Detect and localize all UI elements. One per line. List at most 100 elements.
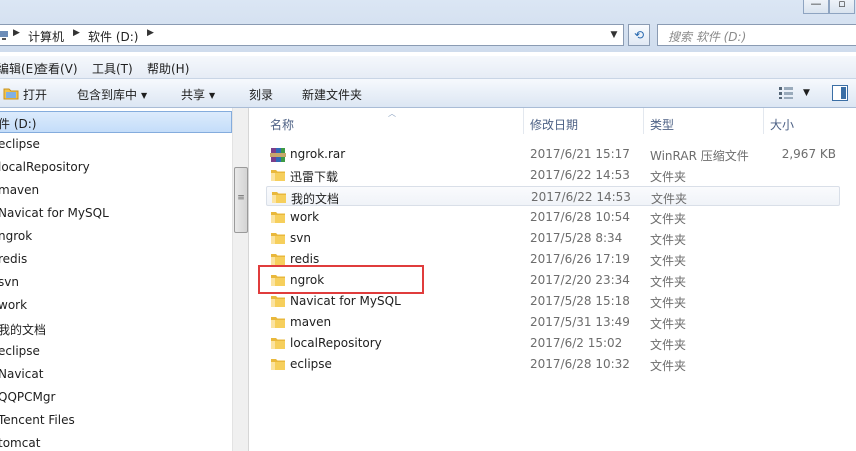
nav-item[interactable]: eclipse xyxy=(0,137,40,151)
folder-icon xyxy=(270,168,286,185)
menu-edit[interactable]: 编辑(E) xyxy=(0,60,38,77)
column-header-label: 大小 xyxy=(770,118,795,132)
new-folder-button[interactable]: 新建文件夹 xyxy=(302,86,362,103)
file-row[interactable]: eclipse 2017/6/28 10:32 文件夹 xyxy=(266,354,840,374)
column-header-size[interactable]: 大小 xyxy=(764,108,856,134)
file-date: 2017/6/22 14:53 xyxy=(530,168,630,182)
file-date: 2017/5/28 8:34 xyxy=(530,231,623,245)
share-button[interactable]: 共享 ▼ xyxy=(181,86,215,103)
column-header-date[interactable]: 修改日期 xyxy=(524,108,644,134)
column-header-type[interactable]: 类型 xyxy=(644,108,764,134)
file-name: localRepository xyxy=(290,336,382,350)
command-bar: 打开 包含到库中 ▼ 共享 ▼ 刻录 新建文件夹 ▼ xyxy=(0,79,856,108)
view-options-icon[interactable] xyxy=(779,87,793,99)
breadcrumb-separator-icon: ▶ xyxy=(147,28,154,38)
folder-icon xyxy=(271,190,287,207)
refresh-button[interactable]: ⟲ xyxy=(628,24,650,46)
grip-icon: ≡ xyxy=(237,193,245,203)
maximize-button[interactable]: ▫ xyxy=(829,0,855,14)
file-name: svn xyxy=(290,231,311,245)
view-dropdown-icon[interactable]: ▼ xyxy=(803,88,810,98)
nav-item[interactable]: ngrok xyxy=(0,229,32,243)
breadcrumb-drive-d[interactable]: 软件 (D:) xyxy=(88,28,138,45)
column-header-label: 修改日期 xyxy=(530,118,579,132)
file-type: 文件夹 xyxy=(650,212,687,226)
file-row[interactable]: svn 2017/5/28 8:34 文件夹 xyxy=(266,228,840,248)
folder-icon xyxy=(270,294,286,311)
file-type: 文件夹 xyxy=(650,233,687,247)
nav-item[interactable]: tomcat xyxy=(0,436,40,450)
minimize-button[interactable]: — xyxy=(803,0,829,14)
nav-item[interactable]: 我的文档 xyxy=(0,321,46,338)
file-date: 2017/6/26 17:19 xyxy=(530,252,630,266)
nav-item[interactable]: Navicat for MySQL xyxy=(0,206,109,220)
nav-item-drive-d-selected[interactable]: 件 (D:) xyxy=(0,111,232,133)
file-row[interactable]: maven 2017/5/31 13:49 文件夹 xyxy=(266,312,840,332)
file-name: ngrok.rar xyxy=(290,147,346,161)
file-date: 2017/6/22 14:53 xyxy=(531,190,631,204)
file-name: 迅雷下载 xyxy=(290,170,339,184)
breadcrumb-computer[interactable]: 计算机 xyxy=(28,28,64,45)
file-row[interactable]: work 2017/6/28 10:54 文件夹 xyxy=(266,207,840,227)
address-dropdown-icon[interactable]: ▼ xyxy=(605,25,623,45)
nav-item[interactable]: eclipse xyxy=(0,344,40,358)
file-type: 文件夹 xyxy=(650,359,687,373)
folder-icon xyxy=(270,231,286,248)
include-library-button[interactable]: 包含到库中 ▼ xyxy=(77,86,147,103)
preview-pane-icon[interactable] xyxy=(832,85,848,101)
file-type: 文件夹 xyxy=(650,254,687,268)
nav-item[interactable]: localRepository xyxy=(0,160,90,174)
highlight-box xyxy=(258,265,424,294)
menu-help[interactable]: 帮助(H) xyxy=(147,60,189,77)
file-type: 文件夹 xyxy=(650,296,687,310)
breadcrumb-separator-icon: ▶ xyxy=(73,28,80,38)
file-date: 2017/6/2 15:02 xyxy=(530,336,623,350)
file-row[interactable]: 迅雷下载 2017/6/22 14:53 文件夹 xyxy=(266,165,840,185)
file-name: work xyxy=(290,210,320,224)
file-name: 我的文档 xyxy=(291,192,340,206)
address-bar[interactable]: ▶ 计算机 ▶ 软件 (D:) ▶ ▼ xyxy=(0,24,624,46)
title-bar: — ▫ ▶ 计算机 ▶ 软件 (D:) ▶ ▼ ⟲ 搜索 软件 (D:) xyxy=(0,0,856,52)
rar-archive-icon xyxy=(270,147,286,166)
nav-item[interactable]: svn xyxy=(0,275,19,289)
nav-scrollbar[interactable]: ≡ xyxy=(232,108,249,451)
nav-item[interactable]: work xyxy=(0,298,27,312)
file-date: 2017/6/28 10:32 xyxy=(530,357,630,371)
minimize-icon: — xyxy=(810,0,822,10)
file-type: 文件夹 xyxy=(650,170,687,184)
open-button[interactable]: 打开 xyxy=(23,86,47,103)
nav-item[interactable]: maven xyxy=(0,183,39,197)
file-date: 2017/6/28 10:54 xyxy=(530,210,630,224)
file-type: 文件夹 xyxy=(650,317,687,331)
column-header-name[interactable]: 名称 xyxy=(264,108,524,134)
nav-item[interactable]: QQPCMgr xyxy=(0,390,55,404)
file-date: 2017/5/31 13:49 xyxy=(530,315,630,329)
file-name: eclipse xyxy=(290,357,332,371)
file-date: 2017/2/20 23:34 xyxy=(530,273,630,287)
burn-button[interactable]: 刻录 xyxy=(249,86,273,103)
file-type: 文件夹 xyxy=(651,192,688,206)
dropdown-arrow-icon: ▼ xyxy=(209,91,216,100)
include-library-label: 包含到库中 xyxy=(77,88,138,102)
file-row[interactable]: localRepository 2017/6/2 15:02 文件夹 xyxy=(266,333,840,353)
breadcrumb-separator-icon: ▶ xyxy=(13,28,20,38)
file-date: 2017/6/21 15:17 xyxy=(530,147,630,161)
column-header-label: 类型 xyxy=(650,118,675,132)
computer-icon xyxy=(0,31,8,40)
navigation-pane: 件 (D:) eclipse localRepository maven Nav… xyxy=(0,108,232,451)
nav-item[interactable]: Navicat xyxy=(0,367,43,381)
nav-item[interactable]: redis xyxy=(0,252,27,266)
file-type: 文件夹 xyxy=(650,275,687,289)
refresh-icon: ⟲ xyxy=(633,28,645,42)
menu-bar: 编辑(E) 查看(V) 工具(T) 帮助(H) xyxy=(0,56,856,79)
nav-item[interactable]: Tencent Files xyxy=(0,413,75,427)
scrollbar-thumb[interactable]: ≡ xyxy=(234,167,248,233)
menu-tools[interactable]: 工具(T) xyxy=(92,60,133,77)
file-row[interactable]: Navicat for MySQL 2017/5/28 15:18 文件夹 xyxy=(266,291,840,311)
file-row[interactable]: ngrok.rar 2017/6/21 15:17 WinRAR 压缩文件 2,967… xyxy=(266,144,840,164)
search-box[interactable]: 搜索 软件 (D:) xyxy=(657,24,856,46)
file-name: maven xyxy=(290,315,332,329)
file-row[interactable]: 我的文档 2017/6/22 14:53 文件夹 xyxy=(266,186,840,206)
menu-view[interactable]: 查看(V) xyxy=(36,60,78,77)
folder-icon xyxy=(270,210,286,227)
